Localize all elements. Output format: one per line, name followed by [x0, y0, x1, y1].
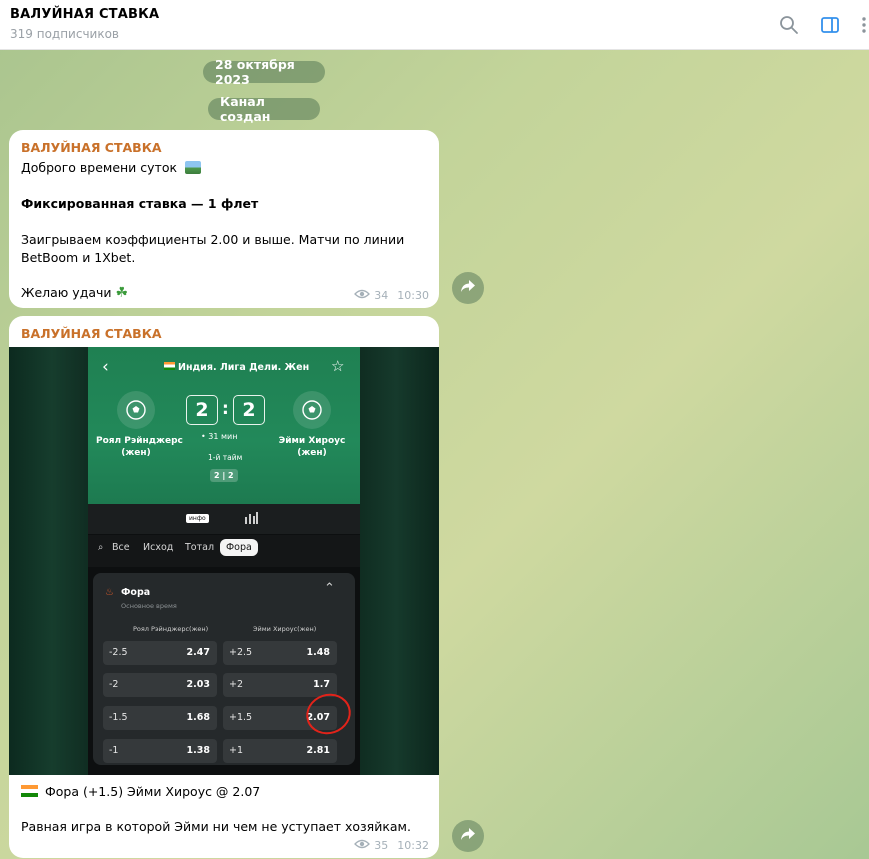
handicap-value: +1: [229, 745, 244, 756]
view-count: 34: [374, 289, 389, 302]
match-nav: инфо: [88, 504, 360, 534]
message-bubble[interactable]: ВАЛУЙНАЯ СТАВКА Доброго времени суток Фи…: [9, 130, 439, 308]
score-home: 2: [186, 395, 218, 425]
betting-app-screenshot: ‹ Индия. Лига Дели. Жен ☆ Роял Рэйнджерс…: [88, 347, 360, 775]
odds-cell: -2.5 2.47: [103, 641, 217, 665]
handicap-value: -1.5: [109, 712, 128, 723]
message-author[interactable]: ВАЛУЙНАЯ СТАВКА: [21, 326, 162, 341]
handicap-value: +2: [229, 679, 244, 690]
odds-cell: -1 1.38: [103, 739, 217, 763]
message-caption: Фора (+1.5) Эйми Хироус @ 2.07: [21, 784, 260, 799]
message-time: 10:30: [397, 289, 429, 302]
team1-logo: [117, 391, 155, 429]
column-header-home: Роял Рэйнджерс(жен): [133, 625, 209, 633]
tab-total: Тотал: [185, 542, 215, 553]
message-line: Доброго времени суток: [21, 160, 178, 175]
message-time: 10:32: [397, 839, 429, 852]
league-label: Индия. Лига Дели. Жен: [178, 362, 310, 373]
handicap-value: -2: [109, 679, 119, 690]
tab-outcome: Исход: [143, 542, 174, 553]
message-line: BetBoom и 1Xbet.: [21, 250, 136, 265]
message-line-bold: Фиксированная ставка — 1 флет: [21, 196, 259, 211]
score-separator: :: [222, 399, 229, 419]
odds-cell: -2 2.03: [103, 673, 217, 697]
handicap-value: +1.5: [229, 712, 253, 723]
odds-cell: +2.5 1.48: [223, 641, 337, 665]
handicap-value: -1: [109, 745, 119, 756]
odds-value: 1.38: [186, 745, 210, 756]
team2-name-line: (жен): [297, 448, 327, 458]
league-name: Индия. Лига Дели. Жен: [164, 362, 309, 373]
tab-all: Все: [112, 542, 130, 553]
message-text: Желаю удачи ☘: [21, 285, 128, 301]
odds-value: 2.47: [186, 647, 210, 658]
search-icon: ⌕: [98, 542, 104, 553]
caption-line: Равная игра в которой Эйми ни чем не уст…: [21, 819, 411, 834]
info-tab: инфо: [186, 514, 209, 523]
channel-created-notice: Канал создан: [208, 94, 320, 124]
forward-arrow-icon: [460, 827, 476, 845]
market-subtitle: Основное время: [121, 602, 177, 610]
view-count: 35: [374, 839, 389, 852]
half-score: 2 | 2: [210, 469, 238, 482]
sidebar-toggle-icon[interactable]: [817, 12, 843, 38]
odds-value: 1.7: [313, 679, 330, 690]
team1-name: Роял Рэйнджерс (жен): [96, 435, 183, 459]
share-button[interactable]: [452, 820, 484, 852]
message-line: Заигрываем коэффициенты 2.00 и выше. Мат…: [21, 232, 405, 247]
forward-arrow-icon: [460, 279, 476, 297]
subscriber-count: 319 подписчиков: [10, 27, 119, 41]
fire-icon: ♨: [105, 587, 114, 598]
message-meta: 35 10:32: [354, 839, 429, 852]
shamrock-emoji: ☘: [115, 285, 129, 301]
search-icon[interactable]: [776, 12, 802, 38]
date-divider: 28 октября 2023: [203, 57, 325, 87]
eye-icon: [354, 289, 371, 302]
score-away: 2: [233, 395, 265, 425]
team2-name-line: Эйми Хироус: [278, 436, 346, 446]
chat-header: ВАЛУЙНАЯ СТАВКА 319 подписчиков: [0, 0, 869, 50]
odds-cell: +1 2.81: [223, 739, 337, 763]
handicap-market-card: ♨ Фора Основное время ⌃ Роял Рэйнджерс(ж…: [93, 573, 357, 765]
team1-name-line: Роял Рэйнджерс: [96, 436, 183, 446]
odds-value: 2.03: [186, 679, 210, 690]
india-flag-emoji: [21, 785, 38, 797]
landscape-picture-emoji: [185, 161, 202, 174]
handicap-value: +2.5: [229, 647, 253, 658]
message-photo[interactable]: ‹ Индия. Лига Дели. Жен ☆ Роял Рэйнджерс…: [9, 347, 439, 775]
match-minute: • 31 мин: [201, 432, 238, 441]
caption-line: Фора (+1.5) Эйми Хироус @ 2.07: [44, 784, 261, 799]
more-vertical-icon[interactable]: [851, 12, 869, 38]
minute-label: 31 мин: [208, 432, 238, 441]
message-author[interactable]: ВАЛУЙНАЯ СТАВКА: [21, 140, 162, 155]
odds-value: 1.48: [306, 647, 330, 658]
india-flag-emoji: [164, 362, 175, 370]
message-text: Доброго времени суток: [21, 160, 202, 175]
match-header: ‹ Индия. Лига Дели. Жен ☆ Роял Рэйнджерс…: [88, 347, 360, 504]
message-meta: 34 10:30: [354, 289, 429, 302]
market-title: Фора: [121, 587, 151, 598]
star-icon: ☆: [331, 357, 345, 375]
team2-name: Эйми Хироус (жен): [272, 435, 352, 459]
channel-title[interactable]: ВАЛУЙНАЯ СТАВКА: [10, 7, 159, 22]
odds-value: 1.68: [186, 712, 210, 723]
tab-handicap: Фора: [220, 539, 258, 556]
back-arrow-icon: ‹: [102, 357, 109, 377]
stats-icon: [244, 512, 258, 528]
handicap-value: -2.5: [109, 647, 128, 658]
chevron-up-icon: ⌃: [324, 581, 335, 596]
column-header-away: Эйми Хироус(жен): [253, 625, 317, 633]
team2-logo: [293, 391, 331, 429]
odds-cell: -1.5 1.68: [103, 706, 217, 730]
message-line: Желаю удачи: [21, 285, 112, 300]
eye-icon: [354, 839, 371, 852]
half-label: 1-й тайм: [208, 453, 243, 462]
odds-value: 2.81: [306, 745, 330, 756]
share-button[interactable]: [452, 272, 484, 304]
odds-cell: +2 1.7: [223, 673, 337, 697]
team1-name-line: (жен): [121, 448, 151, 458]
